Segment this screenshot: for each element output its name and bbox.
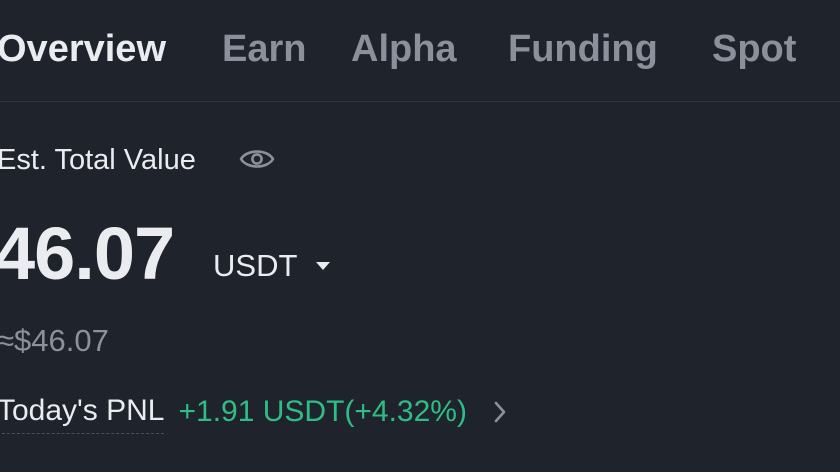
est-total-value-label: Est. Total Value xyxy=(0,144,196,176)
wallet-overview-screen: Overview Earn Alpha Funding Spot Est. To… xyxy=(0,0,840,472)
pnl-label: Today's PNL xyxy=(0,391,165,434)
chevron-right-icon xyxy=(494,401,506,423)
tab-earn[interactable]: Earn xyxy=(222,26,306,72)
tab-alpha[interactable]: Alpha xyxy=(351,26,457,72)
currency-label: USDT xyxy=(213,248,298,283)
tab-spot[interactable]: Spot xyxy=(712,26,796,72)
total-value-amount: 46.07 xyxy=(0,212,175,295)
pnl-value: +1.91 USDT(+4.32%) xyxy=(178,395,467,428)
tab-funding[interactable]: Funding xyxy=(508,26,658,72)
wallet-tab-bar: Overview Earn Alpha Funding Spot xyxy=(0,0,840,102)
eye-icon[interactable] xyxy=(238,144,276,174)
approx-fiat-value: ≈$46.07 xyxy=(0,323,109,358)
currency-selector[interactable]: USDT xyxy=(213,246,331,286)
caret-down-icon xyxy=(316,262,331,270)
tab-overview[interactable]: Overview xyxy=(0,26,166,72)
todays-pnl-row[interactable]: Today's PNL +1.91 USDT(+4.32%) xyxy=(0,390,507,434)
